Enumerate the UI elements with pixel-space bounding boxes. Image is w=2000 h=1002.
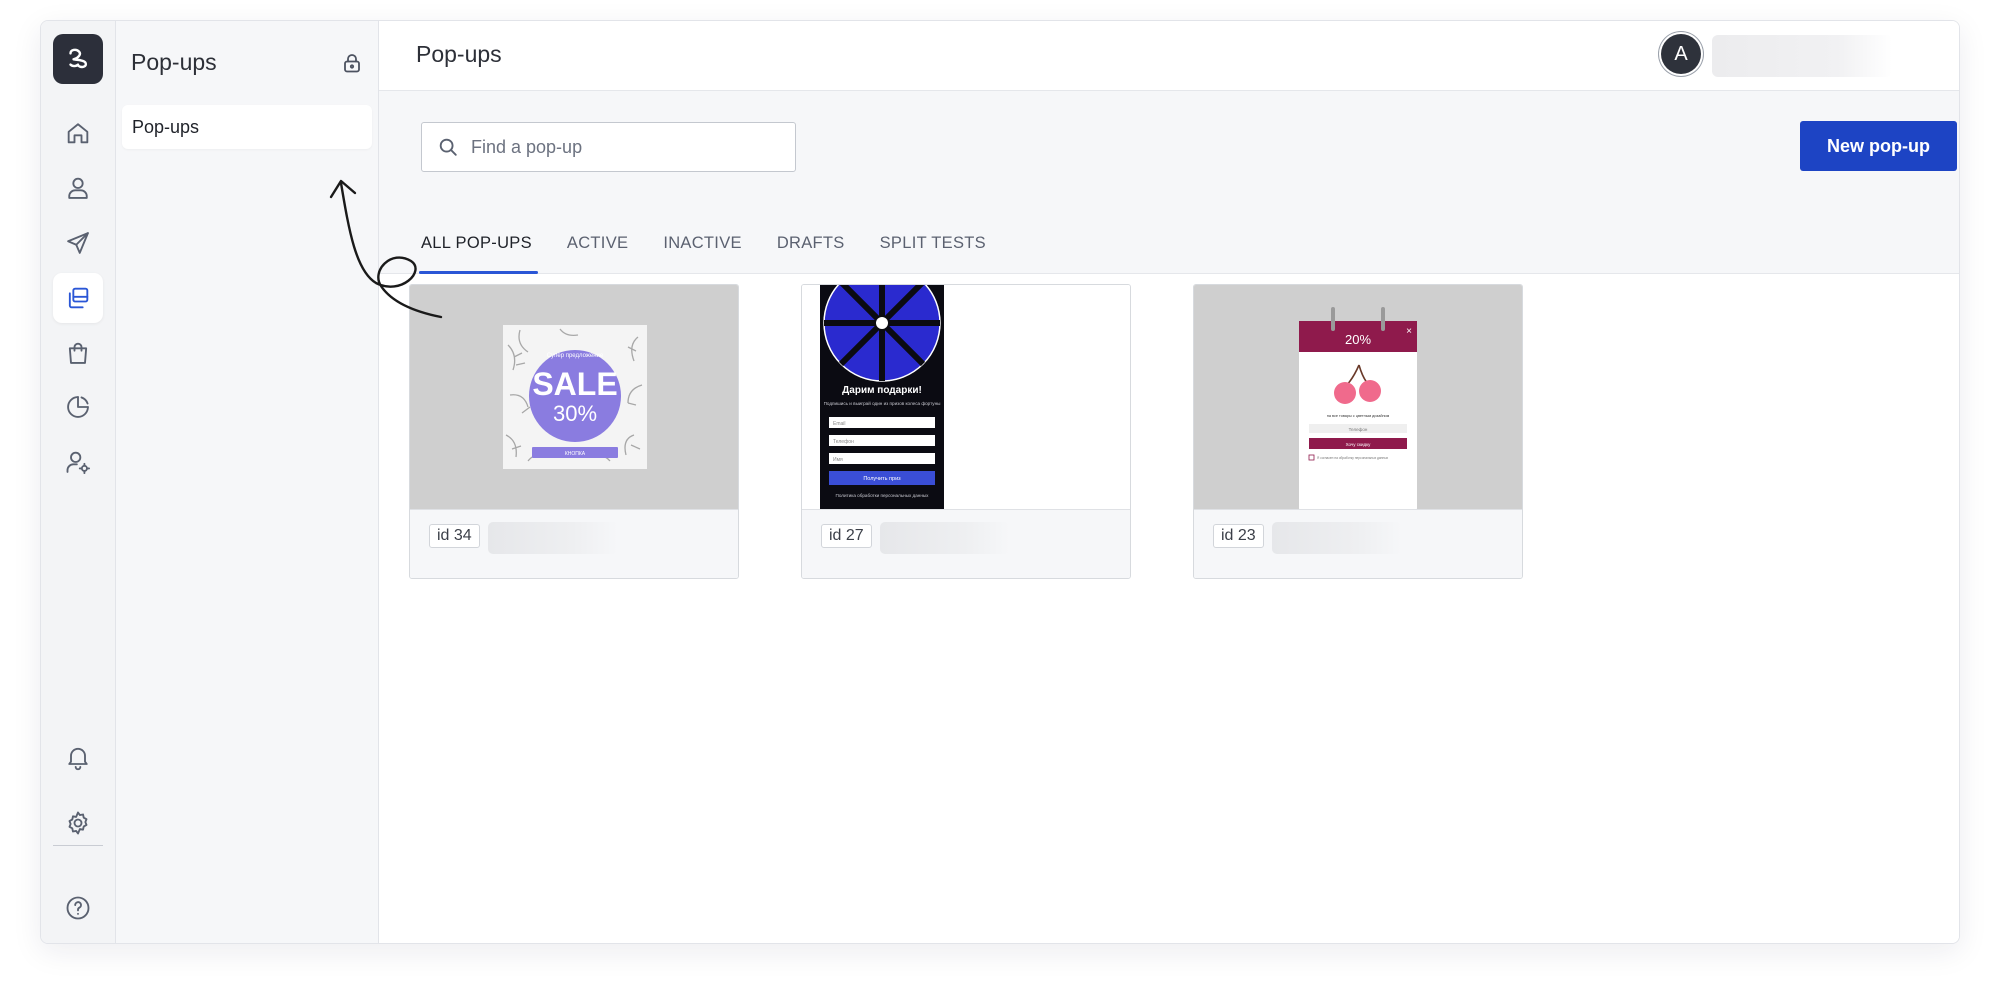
tab-active[interactable]: ACTIVE bbox=[567, 219, 628, 274]
lock-icon[interactable] bbox=[340, 51, 364, 75]
top-bar: Pop-ups A bbox=[379, 21, 1959, 91]
preview-field: Имя bbox=[833, 457, 843, 463]
pie-chart-icon[interactable] bbox=[53, 382, 103, 432]
help-icon[interactable] bbox=[53, 883, 103, 933]
tab-bar: ALL POP-UPS ACTIVE INACTIVE DRAFTS SPLIT… bbox=[419, 219, 1021, 274]
send-icon[interactable] bbox=[53, 218, 103, 268]
bell-icon[interactable] bbox=[53, 732, 103, 782]
secondary-sidebar: Pop-ups Pop-ups bbox=[116, 21, 379, 943]
sidebar-title: Pop-ups bbox=[131, 49, 217, 75]
user-icon[interactable] bbox=[53, 163, 103, 213]
preview-headline: SALE bbox=[532, 366, 617, 402]
preview-button: КНОПКА bbox=[565, 451, 586, 457]
preview-field: Телефон bbox=[1349, 427, 1368, 432]
popup-card[interactable]: Дарим подарки! Подпишись и выиграй один … bbox=[801, 284, 1131, 579]
popup-card[interactable]: 20% × на все товары с цветным дизайном Т… bbox=[1193, 284, 1523, 579]
card-footer: id 23 bbox=[1194, 509, 1522, 578]
home-icon[interactable] bbox=[53, 108, 103, 158]
logo-icon[interactable] bbox=[53, 34, 103, 84]
popup-name-redacted bbox=[1272, 522, 1402, 554]
user-settings-icon[interactable] bbox=[53, 437, 103, 487]
id-badge: id 27 bbox=[821, 524, 872, 548]
popup-preview: Дарим подарки! Подпишись и выиграй один … bbox=[802, 285, 1130, 509]
shopping-bag-icon[interactable] bbox=[53, 328, 103, 378]
id-badge: id 34 bbox=[429, 524, 480, 548]
gear-icon[interactable] bbox=[53, 798, 103, 848]
rail-divider bbox=[53, 845, 103, 846]
main-content: Pop-ups A New pop-up ALL POP-UPS ACTIVE … bbox=[379, 21, 1959, 943]
preview-text: на все товары с цветным дизайном bbox=[1327, 414, 1390, 418]
preview-discount: 30% bbox=[553, 401, 597, 426]
popup-name-redacted bbox=[488, 522, 618, 554]
sidebar-item-popups[interactable]: Pop-ups bbox=[122, 105, 372, 149]
svg-text:×: × bbox=[1406, 326, 1412, 337]
preview-field: Email bbox=[833, 421, 846, 427]
preview-footer: Политика обработки персональных данных bbox=[836, 493, 930, 498]
popup-name-redacted bbox=[880, 522, 1010, 554]
sidebar-item-label: Pop-ups bbox=[132, 116, 200, 137]
preview-consent: Я согласен на обработку персональных дан… bbox=[1317, 456, 1388, 460]
search-input[interactable] bbox=[471, 136, 771, 158]
search-icon bbox=[439, 138, 457, 156]
popups-icon[interactable] bbox=[53, 273, 103, 323]
tab-inactive[interactable]: INACTIVE bbox=[663, 219, 742, 274]
preview-headline: Дарим подарки! bbox=[842, 385, 922, 396]
popup-preview: 20% × на все товары с цветным дизайном Т… bbox=[1194, 285, 1522, 509]
preview-badge: 20% bbox=[1345, 332, 1371, 347]
app-window: Pop-ups Pop-ups Pop-ups A New pop-up ALL… bbox=[40, 20, 1960, 944]
tab-split-tests[interactable]: SPLIT TESTS bbox=[880, 219, 986, 274]
page-title: Pop-ups bbox=[416, 41, 502, 67]
avatar[interactable]: A bbox=[1661, 34, 1701, 74]
user-name-redacted bbox=[1712, 35, 1892, 77]
preview-field: Телефон bbox=[833, 439, 854, 445]
card-footer: id 27 bbox=[802, 509, 1130, 578]
preview-button: Получить приз bbox=[863, 476, 901, 482]
card-footer: id 34 bbox=[410, 509, 738, 578]
toolbar: New pop-up ALL POP-UPS ACTIVE INACTIVE D… bbox=[379, 91, 1959, 274]
search-box[interactable] bbox=[421, 122, 796, 172]
icon-rail bbox=[41, 21, 116, 943]
id-badge: id 23 bbox=[1213, 524, 1264, 548]
annotation-arrow-icon bbox=[329, 179, 443, 319]
preview-subtitle: Подпишись и выиграй один из призов колес… bbox=[824, 400, 941, 406]
preview-button: Хочу скидку bbox=[1346, 442, 1372, 447]
new-popup-button[interactable]: New pop-up bbox=[1800, 121, 1957, 171]
tab-drafts[interactable]: DRAFTS bbox=[777, 219, 845, 274]
preview-caption: Супер предложение bbox=[547, 353, 604, 359]
